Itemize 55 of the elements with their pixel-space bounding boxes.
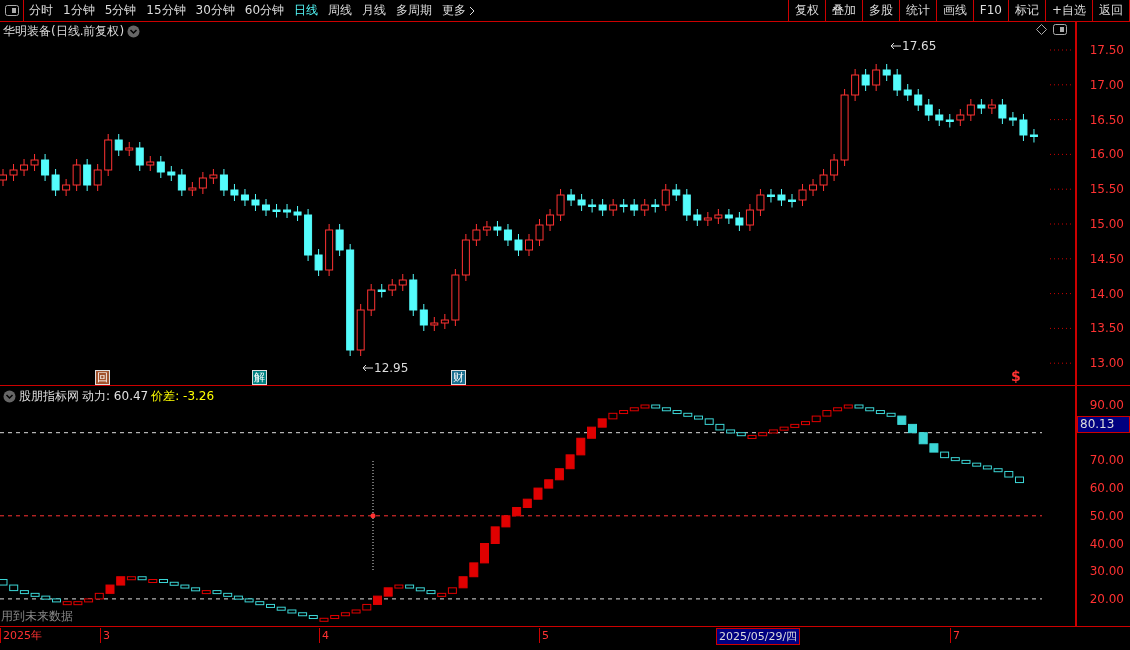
- indicator-axis-label: 60.00: [1089, 481, 1124, 496]
- period-tab[interactable]: 日线: [289, 0, 324, 21]
- indicator-axis-label: 70.00: [1089, 453, 1124, 468]
- indicator-axis-label: 30.00: [1089, 564, 1124, 579]
- indicator-name: 股朋指标网: [19, 388, 79, 405]
- period-tab[interactable]: 1分钟: [58, 0, 100, 21]
- toolbar-button[interactable]: 画线: [935, 0, 973, 21]
- period-tab[interactable]: 30分钟: [190, 0, 240, 21]
- event-marker[interactable]: $: [1010, 370, 1022, 383]
- warning-text: 用到未来数据: [1, 608, 73, 625]
- indicator-axis-label: 40.00: [1089, 536, 1124, 551]
- indicator-axis-label: 90.00: [1089, 398, 1124, 412]
- event-marker[interactable]: 解: [252, 370, 267, 385]
- low-price-label: 12.95: [374, 360, 409, 377]
- period-tab[interactable]: 15分钟: [141, 0, 191, 21]
- price-axis-label: 17.00: [1089, 77, 1124, 92]
- price-axis-label: 15.00: [1089, 217, 1124, 231]
- price-axis-label: 13.50: [1089, 321, 1124, 336]
- toolbar-button[interactable]: 统计: [898, 0, 936, 21]
- toolbar-button[interactable]: 叠加: [824, 0, 862, 21]
- price-axis-label: 14.50: [1089, 251, 1124, 266]
- toolbar-button[interactable]: +自选: [1044, 0, 1092, 21]
- event-marker[interactable]: 财: [451, 370, 466, 385]
- price-axis-label: 13.00: [1089, 356, 1124, 371]
- period-tab[interactable]: 月线: [357, 0, 392, 21]
- toolbar-button[interactable]: 复权: [787, 0, 825, 21]
- price-axis-label: 17.50: [1089, 43, 1124, 57]
- period-tab[interactable]: 周线: [323, 0, 358, 21]
- time-axis-label: 2025/05/29/四: [716, 628, 801, 645]
- toolbar-button[interactable]: F10: [972, 0, 1008, 21]
- period-tab[interactable]: 5分钟: [99, 0, 142, 21]
- toolbar-button[interactable]: 标记: [1007, 0, 1045, 21]
- period-tab[interactable]: 多周期: [391, 0, 438, 21]
- indicator-axis-label: 20.00: [1089, 591, 1124, 606]
- period-tab[interactable]: 60分钟: [239, 0, 290, 21]
- chart-title: 华明装备(日线.前复权): [3, 23, 125, 40]
- indicator-axis-label: 50.00: [1089, 508, 1124, 523]
- indicator-readout: 价差: -3.26: [151, 388, 215, 405]
- toolbar-button[interactable]: 多股: [861, 0, 899, 21]
- indicator-readout: 动力: 60.47: [82, 388, 149, 405]
- price-axis-label: 14.00: [1089, 286, 1124, 301]
- price-axis-label: 16.00: [1089, 147, 1124, 162]
- high-price-label: 17.65: [902, 38, 937, 55]
- time-axis-label: 2025年: [0, 628, 44, 643]
- toolbar-button[interactable]: 返回: [1092, 0, 1130, 21]
- more-button[interactable]: 更多: [437, 0, 481, 21]
- time-axis-label: 4: [319, 628, 331, 643]
- event-marker[interactable]: 回: [95, 370, 110, 385]
- period-tab[interactable]: 分时: [24, 0, 58, 21]
- time-axis-label: 3: [100, 628, 112, 643]
- time-axis-label: 7: [950, 628, 962, 643]
- time-axis-label: 5: [539, 628, 551, 643]
- current-value-marker: 80.13: [1077, 416, 1130, 433]
- price-axis-label: 16.50: [1089, 112, 1124, 127]
- price-axis-label: 15.50: [1089, 182, 1124, 197]
